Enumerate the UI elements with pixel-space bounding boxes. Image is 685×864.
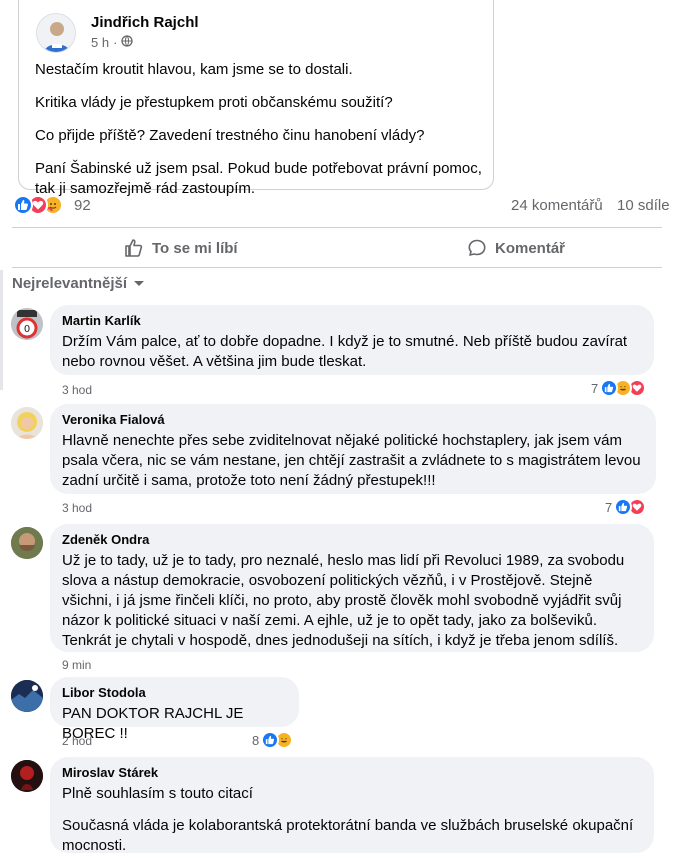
comment-reactions[interactable]: 8 [252,731,294,749]
comment-bubble: Veronika Fialová Hlavně nenechte přes se… [50,404,656,494]
comment-time[interactable]: 9 min [62,658,91,672]
sort-label: Nejrelevantnější [12,275,128,292]
comment-time[interactable]: 3 hod [62,383,92,397]
divider [12,227,662,228]
reaction-icons[interactable] [13,195,63,215]
comment-reactions[interactable]: 7 [605,498,647,516]
like-icon [261,731,280,749]
thread-line [0,270,3,390]
post-time[interactable]: 5 h [91,35,109,50]
like-icon [13,195,33,215]
comment-button[interactable]: Komentář [467,236,565,260]
comment-bubble: Miroslav Stárek Plně souhlasím s touto c… [50,757,654,856]
comment-reaction-count: 8 [252,732,260,748]
shared-post-card: Jindřich Rajchl 5 h · Nestačím kroutit h… [18,0,494,197]
comment-icon [468,239,486,256]
comment-text: Držím Vám palce, ať to dobře dopadne. I … [62,332,642,372]
author-avatar[interactable] [36,13,76,53]
comment-text: Plně souhlasím s touto citací Současná v… [62,784,642,856]
commenter-name[interactable]: Miroslav Stárek [62,765,642,781]
thumbs-up-icon [125,239,143,257]
comment-time[interactable]: 3 hod [62,501,92,515]
dot-separator: · [113,35,118,50]
like-icon [600,379,619,397]
commenter-avatar[interactable] [11,680,43,712]
comment-time[interactable]: 2 hod [62,734,92,748]
post-paragraph: Nestačím kroutit hlavou, kam jsme se to … [35,61,353,78]
reactions-summary: 92 24 komentářů 10 sdíle [13,195,685,217]
commenter-name[interactable]: Zdeněk Ondra [62,532,642,548]
comment-reaction-count: 7 [605,499,613,515]
commenter-avatar[interactable] [11,760,43,792]
divider [12,267,662,268]
comment-bubble: Zdeněk Ondra Už je to tady, už je to tad… [50,524,654,652]
comment-paragraph: Současná vláda je kolaborantská protekto… [62,817,634,854]
commenter-avatar[interactable]: 0 [11,308,43,340]
reaction-count[interactable]: 92 [74,197,91,214]
post-paragraph: Kritika vlády je přestupkem proti občans… [35,94,393,111]
commenter-name[interactable]: Martin Karlík [62,313,642,329]
post-paragraph: Co přijde příště? Zavedení trestného čin… [35,127,425,144]
caret-down-icon [134,280,145,286]
commenter-name[interactable]: Libor Stodola [62,685,287,701]
comment-text: Už je to tady, už je to tady, pro neznal… [62,551,642,651]
comments-count[interactable]: 24 komentářů [511,197,603,214]
post-author-name[interactable]: Jindřich Rajchl [91,14,199,31]
like-button-label: To se mi líbí [152,239,238,257]
comment-reactions[interactable]: 7 [591,379,647,397]
comment-bubble: Martin Karlík Držím Vám palce, ať to dob… [50,305,654,375]
comment-reaction-count: 7 [591,380,599,396]
comment-paragraph: Držím Vám palce, ať to dobře dopadne. I … [62,333,628,370]
post-paragraph: Paní Šabinské už jsem psal. Pokud bude p… [35,160,482,197]
post-meta: 5 h · [91,35,134,50]
commenter-name[interactable]: Veronika Fialová [62,412,644,428]
commenter-avatar[interactable] [11,407,43,439]
svg-text:0: 0 [24,324,30,335]
comment-button-label: Komentář [495,239,566,257]
post-body: Nestačím kroutit hlavou, kam jsme se to … [35,60,490,212]
comment-bubble: Libor Stodola PAN DOKTOR RAJCHL JE BOREC… [50,677,299,742]
sort-dropdown[interactable]: Nejrelevantnější [12,275,145,292]
shares-count[interactable]: 10 sdíle [617,197,670,214]
like-icon [614,498,633,516]
like-button[interactable]: To se mi líbí [124,236,238,260]
comment-paragraph: Plně souhlasím s touto citací [62,785,253,802]
globe-icon [121,35,134,50]
comment-text: Hlavně nenechte přes sebe zviditelnovat … [62,431,644,491]
comment-paragraph: Už je to tady, už je to tady, pro neznal… [62,552,625,649]
commenter-avatar[interactable] [11,527,43,559]
comment-paragraph: Hlavně nenechte přes sebe zviditelnovat … [62,432,641,489]
